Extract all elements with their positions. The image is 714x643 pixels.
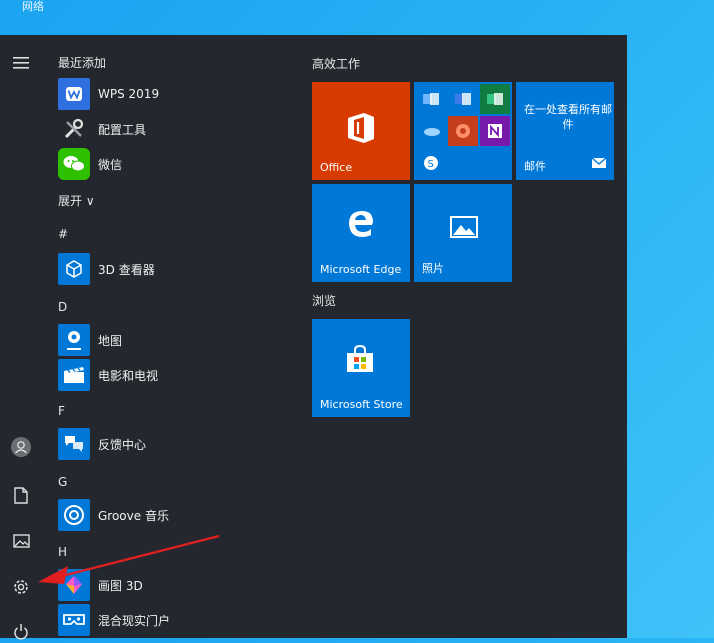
mail-promo-text: 在一处查看所有邮件 — [524, 103, 612, 131]
app-config-tool[interactable]: 配置工具 — [58, 113, 146, 145]
app-3d-viewer[interactable]: 3D 查看器 — [58, 253, 155, 285]
desktop-network-label[interactable]: 网络 — [22, 0, 44, 14]
tile-label: 照片 — [422, 262, 444, 275]
app-label: 混合现实门户 — [98, 613, 171, 628]
section-letter-hash[interactable]: # — [58, 227, 68, 241]
app-groove-music[interactable]: Groove 音乐 — [58, 499, 169, 531]
tile-area: 高效工作 Office S 在一处查看所有邮件 邮件 Microsoft Edg… — [312, 35, 622, 638]
tile-label: Microsoft Store — [320, 398, 403, 411]
tile-office-apps-folder[interactable]: S — [414, 82, 512, 180]
tile-edge[interactable]: Microsoft Edge — [312, 184, 410, 282]
tile-label: Office — [320, 161, 353, 174]
app-label: WPS 2019 — [98, 87, 160, 101]
documents-icon[interactable] — [10, 484, 32, 506]
section-letter-g[interactable]: G — [58, 475, 67, 489]
app-label: 3D 查看器 — [98, 262, 155, 277]
app-label: 反馈中心 — [98, 437, 147, 452]
user-account-icon[interactable] — [10, 436, 32, 458]
feedback-icon — [58, 428, 90, 460]
app-maps[interactable]: 地图 — [58, 324, 122, 356]
tile-mail[interactable]: 在一处查看所有邮件 邮件 — [516, 82, 614, 180]
app-label: 微信 — [98, 157, 123, 172]
app-label: Groove 音乐 — [98, 508, 169, 523]
outlook-mini-icon — [416, 84, 446, 114]
app-feedback-hub[interactable]: 反馈中心 — [58, 428, 146, 460]
word-mini-icon — [448, 84, 478, 114]
film-icon — [58, 359, 90, 391]
pictures-icon[interactable] — [10, 530, 32, 552]
tile-group-title-browse: 浏览 — [312, 294, 337, 308]
cube-icon — [58, 253, 90, 285]
settings-gear-icon[interactable] — [10, 576, 32, 598]
svg-text:S: S — [428, 159, 434, 170]
wps-icon — [58, 78, 90, 110]
skype-mini-icon: S — [416, 148, 446, 178]
powerpoint-mini-icon — [448, 116, 478, 146]
tools-icon — [58, 113, 90, 145]
section-letter-f[interactable]: F — [58, 404, 65, 418]
mail-envelope-icon — [591, 153, 607, 172]
edge-icon — [346, 208, 376, 242]
tile-photos[interactable]: 照片 — [414, 184, 512, 282]
excel-mini-icon — [480, 84, 510, 114]
onenote-mini-icon — [480, 116, 510, 146]
app-movies-tv[interactable]: 电影和电视 — [58, 359, 158, 391]
store-icon — [345, 344, 375, 377]
mixed-reality-icon — [58, 604, 90, 636]
maps-icon — [58, 324, 90, 356]
annotation-arrow — [38, 534, 220, 584]
tile-group-title-productivity: 高效工作 — [312, 57, 361, 71]
tile-store[interactable]: Microsoft Store — [312, 319, 410, 417]
groove-icon — [58, 499, 90, 531]
app-label: 地图 — [98, 333, 123, 348]
section-letter-d[interactable]: D — [58, 300, 67, 314]
app-wps[interactable]: WPS 2019 — [58, 78, 159, 110]
photos-icon — [450, 216, 478, 242]
tile-label: Microsoft Edge — [320, 263, 402, 276]
power-icon[interactable] — [10, 621, 32, 643]
app-label: 配置工具 — [98, 122, 147, 137]
app-wechat[interactable]: 微信 — [58, 148, 122, 180]
office-icon — [346, 112, 376, 148]
app-label: 电影和电视 — [98, 368, 159, 383]
wechat-icon — [58, 148, 90, 180]
expand-toggle[interactable]: 展开 ∨ — [58, 192, 95, 209]
hamburger-menu-icon[interactable] — [10, 52, 32, 74]
app-mixed-reality[interactable]: 混合现实门户 — [58, 604, 170, 636]
onedrive-mini-icon — [416, 116, 446, 146]
recent-header: 最近添加 — [58, 56, 107, 70]
tile-office[interactable]: Office — [312, 82, 410, 180]
tile-label: 邮件 — [524, 160, 546, 173]
